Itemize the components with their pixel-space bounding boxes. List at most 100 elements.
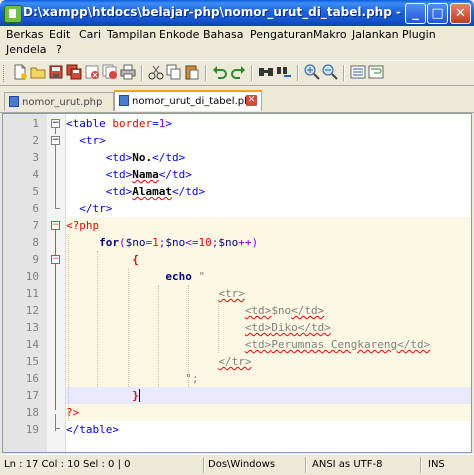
redo-icon[interactable] [230,64,246,80]
menu-tampilan[interactable]: Tampilan [107,28,156,41]
status-separator [420,457,422,473]
line-number: 2 [32,134,39,147]
menu-bahasa[interactable]: Bahasa [203,28,243,41]
menu-jendela[interactable]: Jendela [6,43,47,56]
insert-mode: INS [428,459,445,470]
copy-icon[interactable] [166,64,182,80]
menu-jalankan[interactable]: Jalankan [352,28,399,41]
code-line-5: <td>Alamat</td> [105,185,206,198]
text-caret [138,389,140,402]
line-number: 14 [25,338,39,351]
menu-berkas[interactable]: Berkas [6,28,44,41]
tab-close-icon[interactable]: ✕ [246,95,257,106]
find-icon[interactable] [258,64,274,80]
code-line-10: echo " [165,270,206,283]
line-number: 18 [25,406,39,419]
toolbar-separator [343,65,345,81]
paste-icon[interactable] [184,64,200,80]
status-separator [203,457,205,473]
line-number: 10 [25,270,39,283]
undo-icon[interactable] [212,64,228,80]
encoding: ANSI as UTF-8 [312,459,383,470]
menu-help[interactable]: ? [56,43,62,56]
code-line-4: <td>Nama</td> [105,168,192,181]
line-number: 19 [25,423,39,436]
sync-scroll-icon[interactable] [350,64,366,80]
tab-label: nomor_urut.php [22,97,103,108]
code-line-15: </tr> [218,355,252,368]
line-number: 1 [32,117,39,130]
fold-toggle-icon[interactable]: − [51,255,60,264]
fold-toggle-icon[interactable]: − [51,221,60,230]
zoom-in-icon[interactable] [304,64,320,80]
code-line-18: ?> [66,406,80,419]
menu-edit[interactable]: Edit [49,28,70,41]
replace-icon[interactable] [276,64,292,80]
toolbar-separator [297,65,299,81]
status-bar: Ln : 17 Col : 10 Sel : 0 | 0 Dos\Windows… [0,454,474,475]
code-line-14: <td>Perumnas Cengkareng</td> [244,338,431,351]
line-number: 7 [32,219,39,232]
line-number: 11 [25,287,39,300]
file-icon [9,96,19,107]
save-all-icon[interactable] [66,64,82,80]
code-line-19: </table> [66,423,119,436]
code-line-2: <tr> [79,134,106,147]
close-file-icon[interactable] [84,64,100,80]
save-icon[interactable] [48,64,64,80]
fold-toggle-icon[interactable]: − [51,119,60,128]
code-area[interactable]: <table border=1> <tr> <td>No.</td> <td>N… [66,114,471,452]
line-number: 4 [32,168,39,181]
toolbar-separator [141,65,143,81]
open-folder-icon[interactable] [30,64,46,80]
line-number: 6 [32,202,39,215]
close-all-icon[interactable] [102,64,118,80]
minimize-button[interactable]: _ [405,3,426,24]
menu-cari[interactable]: Cari [79,28,101,41]
line-number: 16 [25,372,39,385]
line-number: 9 [32,253,39,266]
print-icon[interactable] [120,64,136,80]
cursor-position: Ln : 17 Col : 10 Sel : 0 | 0 [4,459,131,470]
code-line-11: <tr> [218,287,245,300]
line-number-gutter: 1 2 3 4 5 6 7 8 9 10 11 12 13 14 15 16 1… [3,114,47,452]
close-button[interactable]: ✕ [450,3,471,24]
zoom-out-icon[interactable] [322,64,338,80]
menu-pengaturan[interactable]: Pengaturan [250,28,313,41]
menu-makro[interactable]: Makro [313,28,347,41]
code-line-12: <td>$no</td> [244,304,325,317]
menu-bar: Berkas Edit Cari Tampilan Enkode Bahasa … [0,26,474,58]
line-number: 8 [32,236,39,249]
menu-plugin[interactable]: Plugin [402,28,436,41]
toolbar-separator [205,65,207,81]
cut-icon[interactable] [148,64,164,80]
line-number: 17 [25,389,39,402]
menu-enkode[interactable]: Enkode [159,28,199,41]
maximize-button[interactable]: □ [427,3,448,24]
window-title: D:\xampp\htdocs\belajar-php\nomor_urut_d… [23,5,403,19]
new-file-icon[interactable] [12,64,28,80]
title-bar[interactable]: D:\xampp\htdocs\belajar-php\nomor_urut_d… [0,0,474,26]
fold-toggle-icon[interactable]: − [51,136,60,145]
line-number: 13 [25,321,39,334]
tab-nomor-urut-di-tabel[interactable]: nomor_urut_di_tabel.php ✕ [114,90,262,111]
code-line-8: for($no=1;$no<=10;$no++) [99,236,259,249]
line-number: 12 [25,304,39,317]
tab-nomor-urut[interactable]: nomor_urut.php [4,92,114,111]
line-number: 3 [32,151,39,164]
fold-margin [47,114,66,452]
notepad-plus-plus-icon [4,5,22,23]
code-line-16: "; [185,372,199,385]
status-separator [305,457,307,473]
code-line-17: } [132,389,140,402]
word-wrap-icon[interactable] [368,64,384,80]
line-number: 15 [25,355,39,368]
fold-end [55,428,60,429]
fold-line [55,128,56,134]
code-line-7: <?php [66,219,100,232]
code-line-3: <td>No.</td> [105,151,186,164]
code-editor[interactable]: 1 2 3 4 5 6 7 8 9 10 11 12 13 14 15 16 1… [2,113,472,453]
toolbar-grip[interactable] [3,65,7,82]
tab-label: nomor_urut_di_tabel.php [132,96,257,107]
tab-bar: nomor_urut.php nomor_urut_di_tabel.php ✕ [0,90,474,113]
